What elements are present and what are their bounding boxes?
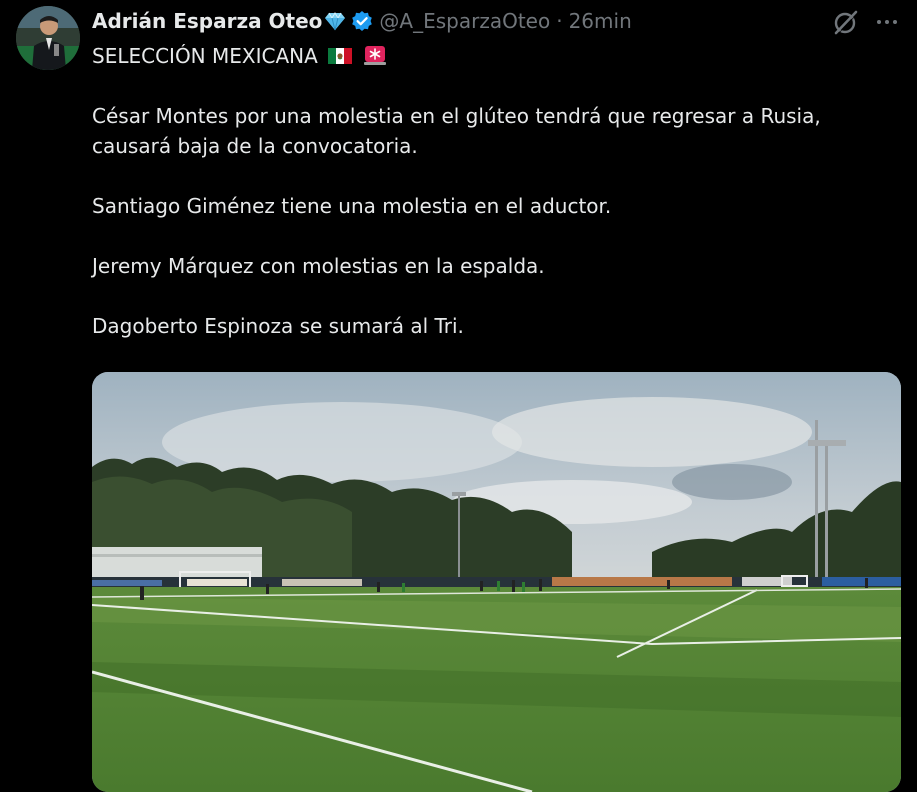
mexico-flag-icon: [328, 44, 353, 64]
tweet-paragraph: Dagoberto Espinoza se sumará al Tri.: [92, 314, 464, 338]
author-handle[interactable]: @A_EsparzaOteo: [379, 9, 550, 33]
tweet-headline: SELECCIÓN MEXICANA: [92, 44, 318, 68]
tweet-body: SELECCIÓN MEXICANA César Montes por una …: [92, 41, 882, 341]
separator-dot: ·: [556, 9, 563, 33]
author-display-name[interactable]: Adrián Esparza Oteo: [92, 9, 322, 33]
more-dots-icon[interactable]: [875, 10, 899, 34]
tweet-paragraph: César Montes por una molestia en el glút…: [92, 104, 821, 158]
tweet-headline-line: SELECCIÓN MEXICANA: [92, 41, 882, 71]
timestamp[interactable]: 26min: [569, 9, 632, 33]
gem-icon: [323, 11, 347, 31]
training-pitch-photo: [92, 372, 901, 792]
grok-slash-icon[interactable]: [832, 8, 860, 36]
siren-icon: [363, 44, 387, 65]
avatar[interactable]: [16, 6, 80, 70]
tweet-paragraph: Jeremy Márquez con molestias en la espal…: [92, 254, 545, 278]
tweet-paragraph: Santiago Giménez tiene una molestia en e…: [92, 194, 612, 218]
avatar-photo: [16, 6, 80, 70]
tweet-media-photo[interactable]: [92, 372, 901, 792]
tweet-header: Adrián Esparza Oteo @A_EsparzaOteo · 26m…: [92, 6, 632, 36]
verified-badge-icon[interactable]: [351, 10, 373, 32]
